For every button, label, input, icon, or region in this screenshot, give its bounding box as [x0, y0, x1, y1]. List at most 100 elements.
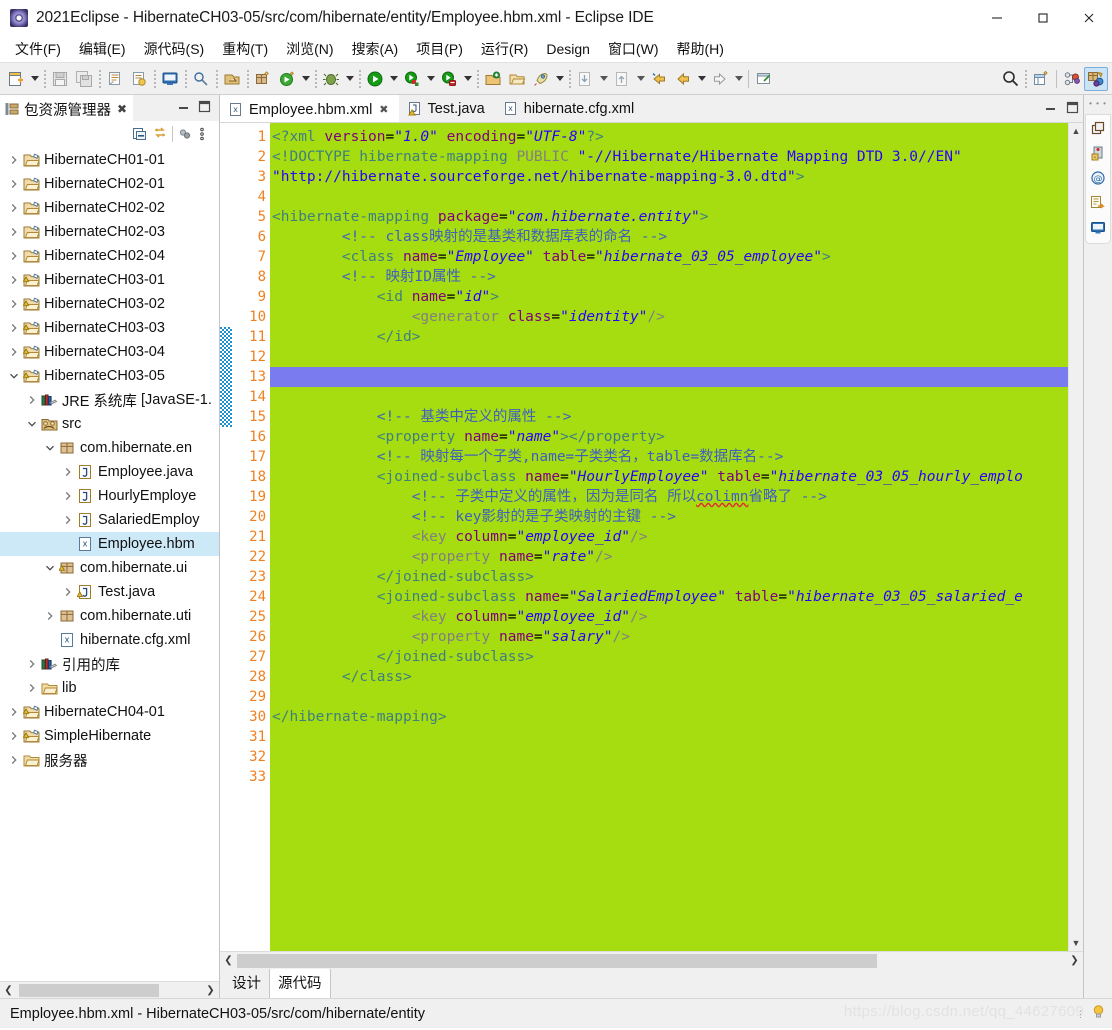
editor-tab-employee-hbm-xml[interactable]: x Employee.hbm.xml ✖ [220, 95, 399, 122]
code-line[interactable]: <hibernate-mapping package="com.hibernat… [270, 207, 1068, 227]
launch-icon[interactable] [529, 67, 553, 91]
chevron-right-icon[interactable] [6, 748, 22, 772]
tree-item[interactable]: 引用的库 [0, 652, 219, 676]
code-line[interactable] [270, 727, 1068, 747]
code-line[interactable] [270, 747, 1068, 767]
validate-dropdown-arrow[interactable] [299, 67, 312, 91]
chevron-right-icon[interactable] [6, 244, 22, 268]
tree-item[interactable]: x Employee.hbm [0, 532, 219, 556]
close-button[interactable] [1066, 0, 1112, 36]
debug-dropdown-arrow[interactable] [343, 67, 356, 91]
view-menu-icon[interactable] [177, 126, 193, 142]
chevron-down-icon[interactable] [42, 556, 58, 580]
code-line[interactable] [270, 367, 1068, 387]
tree-item[interactable]: HibernateCH02-04 [0, 244, 219, 268]
profile-dropdown-arrow[interactable] [461, 67, 474, 91]
restore-view-icon[interactable] [1089, 119, 1107, 137]
lightbulb-icon[interactable] [1091, 1004, 1106, 1024]
view-menu-dots-icon[interactable] [197, 126, 213, 142]
code-line[interactable] [270, 187, 1068, 207]
menu-run[interactable]: 运行(R) [472, 36, 537, 62]
code-line[interactable]: </hibernate-mapping> [270, 707, 1068, 727]
menu-source[interactable]: 源代码(S) [135, 36, 214, 62]
debug-icon[interactable] [319, 67, 343, 91]
scroll-right-icon[interactable]: ❯ [1066, 952, 1083, 969]
profile-icon[interactable] [437, 67, 461, 91]
chevron-down-icon[interactable] [42, 436, 58, 460]
open-folder-icon[interactable] [505, 67, 529, 91]
tree-item[interactable]: lib [0, 676, 219, 700]
code-line[interactable]: <!DOCTYPE hibernate-mapping PUBLIC "-//H… [270, 147, 1068, 167]
console-view-icon[interactable] [1089, 219, 1107, 237]
code-line[interactable] [270, 387, 1068, 407]
maximize-button[interactable] [1020, 0, 1066, 36]
code-line[interactable]: <key column="employee_id"/> [270, 607, 1068, 627]
code-text-area[interactable]: <?xml version="1.0" encoding="UTF-8"?> <!… [270, 123, 1068, 951]
chevron-down-icon[interactable] [24, 412, 40, 436]
new-window-icon[interactable] [752, 67, 776, 91]
coverage-icon[interactable] [400, 67, 424, 91]
tree-item[interactable]: com.hibernate.ui [0, 556, 219, 580]
tree-item[interactable]: com.hibernate.en [0, 436, 219, 460]
menu-design[interactable]: Design [537, 38, 599, 60]
open-perspective-icon[interactable] [481, 67, 505, 91]
new-icon[interactable] [4, 67, 28, 91]
tree-item[interactable]: JRE 系统库 [JavaSE-1. [0, 388, 219, 412]
scroll-right-icon[interactable]: ❯ [202, 982, 219, 999]
collapse-all-icon[interactable] [132, 126, 148, 142]
coverage-dropdown-arrow[interactable] [424, 67, 437, 91]
code-line[interactable]: <!-- 映射每一个子类,name=子类类名，table=数据库名--> [270, 447, 1068, 467]
code-line[interactable]: <!-- 基类中定义的属性 --> [270, 407, 1068, 427]
tree-item[interactable]: HourlyEmploye [0, 484, 219, 508]
save-icon[interactable] [48, 67, 72, 91]
menu-window[interactable]: 窗口(W) [599, 36, 668, 62]
editor-tab-hibernate-cfg-xml[interactable]: x hibernate.cfg.xml [494, 95, 645, 122]
tree-item[interactable]: src [0, 412, 219, 436]
search-find-icon[interactable] [189, 67, 213, 91]
new-perspective-icon[interactable] [1029, 67, 1053, 91]
explorer-horizontal-scrollbar[interactable]: ❮ ❯ [0, 981, 219, 999]
code-line[interactable]: <id name="id"> [270, 287, 1068, 307]
console-icon[interactable] [158, 67, 182, 91]
open-type-icon[interactable] [220, 67, 244, 91]
code-line[interactable]: <?xml version="1.0" encoding="UTF-8"?> [270, 127, 1068, 147]
scroll-left-icon[interactable]: ❮ [220, 952, 237, 969]
menu-file[interactable]: 文件(F) [6, 36, 70, 62]
tree-item[interactable]: HibernateCH02-01 [0, 172, 219, 196]
code-line[interactable]: </id> [270, 327, 1068, 347]
chevron-right-icon[interactable] [6, 316, 22, 340]
scroll-track[interactable] [17, 981, 202, 999]
code-line[interactable]: <joined-subclass name="SalariedEmployee"… [270, 587, 1068, 607]
minimize-icon[interactable] [177, 100, 190, 116]
launch-dropdown-arrow[interactable] [553, 67, 566, 91]
save-all-icon[interactable] [72, 67, 96, 91]
search-icon[interactable] [998, 67, 1022, 91]
code-line[interactable]: <property name="salary"/> [270, 627, 1068, 647]
editor-tab-test-java[interactable]: Test.java [398, 95, 495, 122]
next-annotation-icon[interactable] [573, 67, 597, 91]
code-line[interactable]: </class> [270, 667, 1068, 687]
scroll-up-icon[interactable]: ▲ [1069, 123, 1083, 139]
back-icon[interactable] [647, 67, 671, 91]
menu-edit[interactable]: 编辑(E) [70, 36, 135, 62]
java-perspective-icon[interactable] [1060, 67, 1084, 91]
chevron-right-icon[interactable] [60, 484, 76, 508]
tree-item[interactable]: HibernateCH03-05 [0, 364, 219, 388]
editor-vertical-scrollbar[interactable]: ▲ ▼ [1068, 123, 1083, 951]
tree-item[interactable]: HibernateCH02-02 [0, 196, 219, 220]
code-line[interactable]: </joined-subclass> [270, 647, 1068, 667]
tab-source[interactable]: 源代码 [269, 968, 331, 998]
tree-item[interactable]: 服务器 [0, 748, 219, 772]
menu-project[interactable]: 项目(P) [407, 36, 472, 62]
code-line[interactable] [270, 687, 1068, 707]
code-line[interactable]: <property name="name"></property> [270, 427, 1068, 447]
tree-item[interactable]: HibernateCH03-04 [0, 340, 219, 364]
scroll-down-icon[interactable]: ▼ [1069, 935, 1083, 951]
chevron-right-icon[interactable] [6, 700, 22, 724]
chevron-right-icon[interactable] [60, 580, 76, 604]
code-line[interactable]: </joined-subclass> [270, 567, 1068, 587]
code-line[interactable]: <!-- 映射ID属性 --> [270, 267, 1068, 287]
tree-item[interactable]: HibernateCH03-03 [0, 316, 219, 340]
chevron-right-icon[interactable] [60, 508, 76, 532]
tree-item[interactable]: HibernateCH03-01 [0, 268, 219, 292]
